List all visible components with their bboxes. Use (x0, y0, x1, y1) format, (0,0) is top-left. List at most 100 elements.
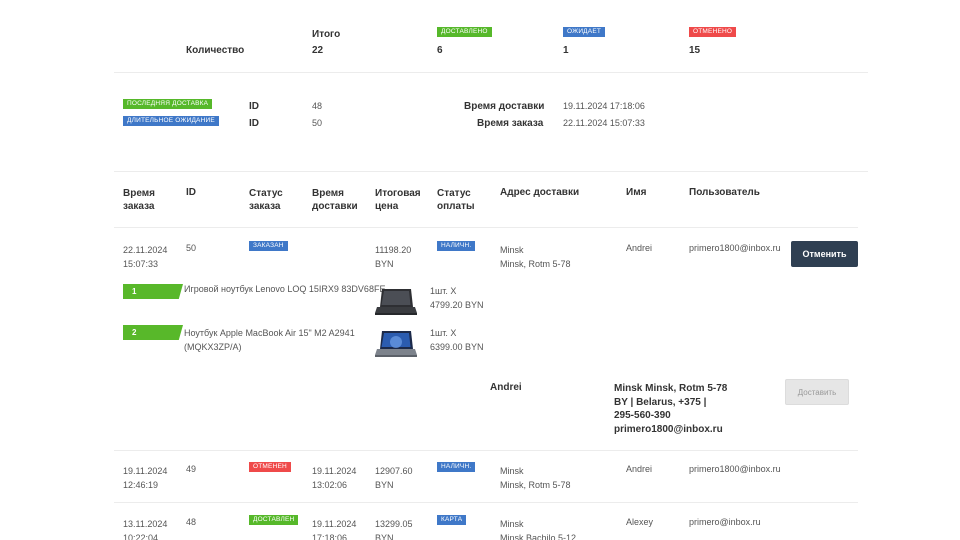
order-time: 10:22:04 (123, 533, 159, 540)
delivery-datetime: 19.11.2024 17:18:06 (312, 517, 356, 540)
address-line: Minsk, Rotm 5-78 (500, 259, 571, 269)
col-header-text: Статус (249, 188, 283, 199)
long-wait-id: 50 (312, 118, 323, 128)
col-header-delivery-time: Время доставки (312, 187, 358, 213)
total-price: 12907.60 BYN (375, 464, 413, 492)
item-qty: 1шт. X (430, 286, 457, 296)
address-line: 295-560-390 (614, 410, 671, 421)
col-header-user: Пользователь (689, 187, 760, 198)
col-header-order-time: Время заказа (123, 187, 155, 213)
divider (114, 450, 858, 451)
long-wait-badge: ДЛИТЕЛЬНОЕ ОЖИДАНИЕ (123, 116, 219, 126)
divider (114, 72, 868, 73)
order-datetime: 13.11.2024 10:22:04 (123, 517, 167, 540)
payment-badge: НАЛИЧН. (437, 462, 476, 472)
item-title-line: (MQKX3ZP/A) (184, 342, 242, 352)
cancelled-badge: ОТМЕНЕНО (689, 27, 737, 37)
price-value: 12907.60 (375, 466, 413, 476)
delivery-time-value: 19.11.2024 17:18:06 (563, 101, 645, 111)
order-date: 19.11.2024 (123, 466, 168, 476)
total-value: 22 (312, 45, 324, 56)
divider (114, 171, 868, 172)
address-city: Minsk (500, 466, 524, 476)
col-header-total-price: Итоговая цена (375, 187, 421, 213)
macbook-laptop-image (375, 331, 417, 357)
last-delivery-badge: ПОСЛЕДНЯЯ ДОСТАВКА (123, 99, 213, 109)
col-header-payment-status: Статус оплаты (437, 187, 475, 213)
address-city: Minsk (500, 519, 524, 529)
delivered-value: 6 (437, 45, 443, 56)
order-datetime: 22.11.2024 15:07:33 (123, 243, 167, 271)
col-header-text: заказа (249, 201, 281, 212)
delivery-time: 17:18:06 (312, 533, 348, 540)
quantity-label: Количество (186, 45, 245, 56)
order-time-value: 22.11.2024 15:07:33 (563, 118, 645, 128)
waiting-value: 1 (563, 45, 569, 56)
col-header-text: оплаты (437, 201, 475, 212)
col-header-text: Время (123, 188, 155, 199)
col-header-order-status: Статус заказа (249, 187, 283, 213)
delivery-datetime: 19.11.2024 13:02:06 (312, 464, 356, 492)
price-value: 13299.05 (375, 519, 413, 529)
order-id: 48 (186, 517, 197, 527)
delivery-date: 19.11.2024 (312, 466, 357, 476)
delivery-address: Minsk Minsk, Rotm 5-78 (500, 243, 571, 271)
item-price-value: 6399.00 BYN (430, 342, 484, 352)
price-currency: BYN (375, 533, 394, 540)
total-price: 11198.20 BYN (375, 243, 411, 271)
total-label: Итого (312, 29, 341, 40)
total-price: 13299.05 BYN (375, 517, 413, 540)
col-header-text: Итоговая (375, 188, 421, 199)
order-date: 13.11.2024 (123, 519, 168, 529)
order-id: 50 (186, 243, 197, 253)
user-email: primero1800@inbox.ru (689, 243, 781, 253)
item-number-tab: 1 (123, 284, 183, 299)
delivery-date: 19.11.2024 (312, 519, 357, 529)
address-line: Minsk, Rotm 5-78 (500, 480, 571, 490)
item-price: 1шт. X 4799.20 BYN (430, 284, 484, 312)
address-line: Minsk Minsk, Rotm 5-78 (614, 383, 728, 394)
col-header-text: доставки (312, 201, 358, 212)
price-value: 11198.20 (375, 245, 412, 255)
address-line: primero1800@inbox.ru (614, 423, 723, 435)
order-id: 49 (186, 464, 197, 474)
customer-name: Alexey (626, 517, 654, 527)
id-label: ID (249, 118, 259, 129)
address-line: BY | Belarus, +375 | (614, 396, 707, 408)
lenovo-laptop-image (375, 289, 417, 315)
col-header-text: цена (375, 201, 399, 212)
col-header-text: заказа (123, 201, 155, 212)
last-delivery-id: 48 (312, 101, 323, 111)
delivered-badge: ДОСТАВЛЕНО (437, 27, 492, 37)
status-badge: ОТМЕНЕН (249, 462, 291, 472)
order-time-label: Время заказа (477, 118, 544, 129)
status-badge: ДОСТАВЛЕН (249, 515, 299, 525)
address-city: Minsk (500, 245, 524, 255)
item-title[interactable]: Ноутбук Apple MacBook Air 15" M2 A2941 (… (184, 326, 355, 354)
col-header-text: Время (312, 188, 344, 199)
delivery-time: 13:02:06 (312, 480, 348, 490)
delivery-recipient-address: Minsk Minsk, Rotm 5-78 BY | Belarus, +37… (614, 382, 727, 436)
deliver-button[interactable]: Доставить (785, 379, 849, 405)
item-price-value: 4799.20 BYN (430, 300, 484, 310)
item-qty: 1шт. X (430, 328, 457, 338)
delivery-address: Minsk Minsk, Rotm 5-78 (500, 464, 571, 492)
payment-badge: НАЛИЧН. (437, 241, 476, 251)
col-header-address: Адрес доставки (500, 187, 580, 198)
order-time: 15:07:33 (123, 259, 159, 269)
delivery-time-label: Время доставки (464, 101, 545, 112)
order-datetime: 19.11.2024 12:46:19 (123, 464, 167, 492)
item-price: 1шт. X 6399.00 BYN (430, 326, 484, 354)
col-header-text: Статус (437, 188, 471, 199)
col-header-name: Имя (626, 187, 647, 198)
cancel-order-button[interactable]: Отменить (791, 241, 858, 267)
item-number-tab: 2 (123, 325, 183, 340)
divider (114, 227, 858, 228)
user-email: primero@inbox.ru (689, 517, 761, 527)
status-badge: ЗАКАЗАН (249, 241, 288, 251)
customer-name: Andrei (626, 464, 653, 474)
price-currency: BYN (375, 259, 394, 269)
waiting-badge: ОЖИДАЕТ (563, 27, 606, 37)
payment-badge: КАРТА (437, 515, 467, 525)
item-title[interactable]: Игровой ноутбук Lenovo LOQ 15IRX9 83DV68… (184, 284, 385, 294)
